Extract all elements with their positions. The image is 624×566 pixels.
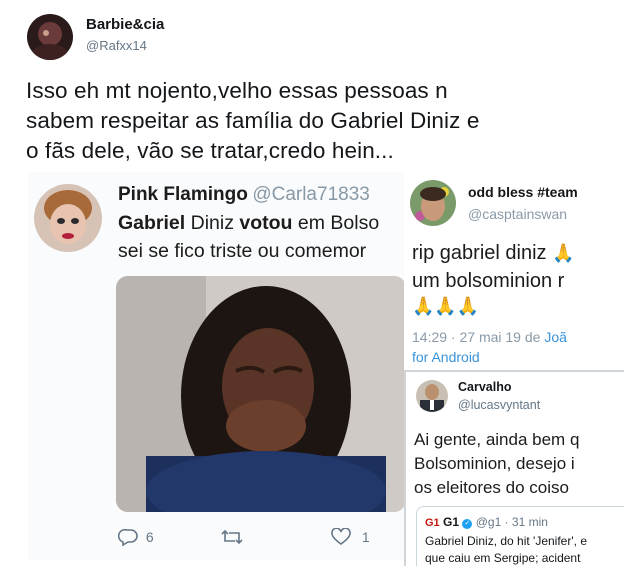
tweet-text-line: sabem respeitar as família do Gabriel Di…: [26, 108, 480, 133]
reply-action[interactable]: 6: [117, 528, 154, 549]
quoted-tweet-meta: @g1 · 31 min: [475, 515, 548, 529]
tweet-text-line: o fãs dele, vão se tratar,credo hein...: [26, 138, 394, 163]
text-diniz: Diniz: [185, 212, 240, 234]
quoted-tweet-header: G1 G1 ✓ @g1 · 31 min: [425, 515, 548, 529]
tweet-timestamp: 14:29 · 27 mai 19 de: [412, 329, 545, 345]
reply-icon: [117, 528, 142, 549]
retweet-icon: [220, 529, 244, 549]
odd-bless-text-line1: rip gabriel diniz 🙏: [412, 242, 575, 265]
source-link[interactable]: Joã: [544, 329, 567, 345]
author-avatar[interactable]: [27, 14, 73, 60]
g1-logo: G1: [425, 517, 440, 529]
carvalho-name: Carvalho: [458, 380, 512, 394]
like-action[interactable]: 1: [330, 527, 370, 549]
embedded-screenshot-carvalho[interactable]: Carvalho @lucasvyntant Ai gente, ainda b…: [404, 370, 624, 566]
carvalho-text-line1: Ai gente, ainda bem q: [414, 430, 580, 449]
odd-bless-handle: @casptainswan: [468, 206, 568, 222]
heart-icon: [330, 527, 356, 549]
odd-bless-line1-text: rip gabriel diniz: [412, 242, 547, 264]
carvalho-text-line3: os eleitores do coiso: [414, 478, 569, 497]
pray-emoji-icon: 🙏: [552, 243, 575, 263]
reply-count: 6: [145, 529, 154, 545]
author-handle[interactable]: @Rafxx14: [86, 38, 147, 53]
retweet-action[interactable]: [220, 528, 244, 549]
quoted-tweet-line2: que caiu em Sergipe; acident: [425, 551, 581, 565]
quoted-tweet-name: G1: [443, 515, 460, 529]
pink-flamingo-avatar: [34, 184, 102, 252]
pray-emoji-line: 🙏🙏🙏: [412, 296, 480, 316]
tweet-text: Isso eh mt nojento,velho essas pessoas n…: [26, 76, 479, 166]
carvalho-avatar: [416, 380, 448, 412]
text-bold-gabriel: Gabriel: [118, 212, 186, 234]
odd-bless-source-link[interactable]: for Android: [412, 349, 480, 365]
odd-bless-name: odd bless #team: [468, 184, 578, 200]
text-em-bolso: em Bolso: [292, 212, 380, 234]
odd-bless-meta-line1: 14:29 · 27 mai 19 de Joã: [412, 329, 567, 345]
pink-flamingo-text-line1: Gabriel Diniz votou em Bolso: [118, 212, 379, 235]
author-name[interactable]: Barbie&cia: [86, 16, 164, 33]
verified-badge-icon: ✓: [462, 519, 473, 529]
tweet-text-line: Isso eh mt nojento,velho essas pessoas n: [26, 78, 448, 103]
pink-flamingo-handle: @Carla71833: [252, 184, 370, 205]
carvalho-handle: @lucasvyntant: [458, 398, 541, 412]
text-bold-votou: votou: [239, 212, 293, 234]
embedded-screenshot-pink-flamingo[interactable]: Pink Flamingo @Carla71833 Gabriel Diniz …: [28, 172, 408, 560]
pink-flamingo-text-line2: sei se fico triste ou comemor: [118, 240, 367, 262]
quoted-tweet-line1: Gabriel Diniz, do hit 'Jenifer', e: [425, 534, 587, 548]
pink-flamingo-name: Pink Flamingo: [118, 184, 248, 205]
odd-bless-text-line2: um bolsominion r: [412, 270, 565, 292]
like-count: 1: [361, 529, 370, 545]
odd-bless-avatar: [410, 180, 456, 226]
quoted-tweet-g1[interactable]: G1 G1 ✓ @g1 · 31 min Gabriel Diniz, do h…: [416, 506, 624, 566]
carvalho-text-line2: Bolsominion, desejo i: [414, 454, 575, 473]
attached-photo[interactable]: [116, 276, 406, 512]
embedded-screenshot-odd-bless[interactable]: odd bless #team @casptainswan rip gabrie…: [404, 172, 624, 370]
pink-flamingo-header: Pink Flamingo @Carla71833: [118, 184, 370, 206]
